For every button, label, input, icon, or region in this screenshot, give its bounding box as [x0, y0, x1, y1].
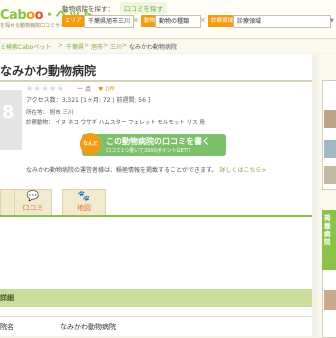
owner-notice-link[interactable]: 詳しくはこちら> — [219, 167, 266, 174]
logo-char: b — [17, 8, 27, 23]
breadcrumb-pref[interactable]: 千葉県 — [66, 42, 84, 51]
site-tagline: を探せる動物病院口コミサイト — [0, 23, 71, 29]
cta-main-text: この動物病院の口コミを書く — [106, 137, 210, 146]
tab-reviews[interactable]: 💬 口コミ — [14, 189, 52, 215]
breadcrumb-current: なみかわ動物病院 — [129, 44, 178, 51]
access-count: アクセス数：3,321 [1ヶ月: 72 | 前週間: 56 ] — [26, 97, 151, 104]
tab-label: 地図 — [77, 204, 91, 212]
tab-label: 口コミ — [22, 204, 44, 212]
animals-label: 診察動物： — [26, 120, 54, 126]
breadcrumb-sep: > — [58, 42, 64, 49]
breadcrumb-city[interactable]: 旭市 — [91, 42, 103, 51]
detail-name-value: なみかわ動物病院 — [60, 323, 116, 331]
paw-icon: 🐾 — [77, 191, 91, 202]
logo-char: o — [34, 8, 44, 23]
address-label: 所在地： — [26, 110, 49, 116]
address-row: 所在地： 旭市 三川 — [26, 108, 74, 116]
area-clear-icon[interactable]: × — [133, 16, 139, 24]
breadcrumb-home[interactable]: ミ検索Caboペット — [0, 42, 51, 51]
area-tag: エリア — [62, 15, 85, 27]
animals-row: 診察動物： イヌ ネコ ウサギ ハムスター フェレット モルモット リス 鳥 — [26, 118, 205, 126]
address-value: 旭市 三川 — [49, 110, 74, 116]
sidebar-image[interactable] — [324, 166, 336, 184]
page-title: なみかわ動物病院 — [0, 64, 97, 78]
logo-char: o — [26, 8, 35, 23]
photo-placeholder: 8 — [2, 102, 15, 123]
cta-sub-text: 口コミ1つ書いて3000ポイントGET!! — [106, 148, 191, 154]
chat-icon: 💬 — [26, 191, 40, 202]
sidebar-image[interactable] — [324, 290, 336, 310]
search-filters: エリア 千葉県旭市三川 × 動物 動物の種類 × 診療領域 診療領域 ▼ — [62, 15, 336, 28]
animals-value: イヌ ネコ ウサギ ハムスター フェレット モルモット リス 鳥 — [55, 120, 205, 126]
detail-section-label: 詳細 — [0, 294, 14, 302]
category-dropdown-icon[interactable]: ▼ — [330, 18, 334, 24]
breadcrumb-area[interactable]: 三川 — [110, 42, 122, 51]
hospital-photo: 8 — [0, 90, 22, 150]
main-content: なみかわ動物病院 8 ★★★★★ ー 点 ♥ 0件 アクセス数：3,321 [1… — [0, 54, 312, 336]
search-label: 動物病院を探す： — [62, 5, 114, 13]
rating-unit: 点 — [84, 86, 91, 93]
tab-kuchikomi-search[interactable]: 口コミを探す — [120, 2, 167, 14]
owner-notice: なみかわ動物病院の運営者様は、積極情報を掲載することができます。 詳しくはこちら… — [26, 165, 266, 174]
breadcrumb-sep: > — [103, 42, 109, 49]
detail-section-header: 詳細 — [0, 289, 312, 307]
area-select[interactable]: 千葉県旭市三川 — [84, 15, 134, 28]
row-divider — [0, 316, 312, 317]
category-select[interactable]: 診療領域 — [233, 15, 331, 28]
breadcrumb-sep: > — [122, 42, 128, 49]
rating-stars-icon: ★★★★★ — [26, 84, 65, 93]
sidebar-listed-title: 掲載病院 — [324, 214, 331, 246]
category-tag: 診療領域 — [208, 15, 237, 27]
content-tabs: 🐾 💬 口コミ 🐾 地図 — [0, 189, 312, 217]
write-review-button[interactable]: なんと この動物病院の口コミを書く 口コミ1つ書いて3000ポイントGET!! — [80, 133, 226, 156]
sidebar-image[interactable] — [324, 140, 336, 158]
likes-count[interactable]: ♥ 0件 — [98, 84, 115, 93]
tab-map[interactable]: 🐾 地図 — [62, 189, 106, 215]
cta-badge: なんと — [80, 133, 101, 155]
breadcrumb: ミ検索Caboペット > 千葉県 > 旭市 > 三川 > なみかわ動物病院 — [0, 38, 336, 53]
animal-clear-icon[interactable]: × — [200, 16, 206, 24]
breadcrumb-sep: > — [84, 42, 90, 49]
title-divider — [0, 80, 312, 82]
logo-char: C — [0, 8, 10, 23]
animal-select[interactable]: 動物の種類 — [155, 15, 201, 28]
sidebar-image[interactable] — [324, 110, 336, 128]
rating-score: ー 点 — [77, 84, 91, 93]
detail-name-key: 院名 — [0, 323, 14, 331]
owner-notice-text: なみかわ動物病院の運営者様は、積極情報を掲載することができます。 — [26, 167, 218, 174]
rating-dash: ー — [77, 86, 84, 93]
